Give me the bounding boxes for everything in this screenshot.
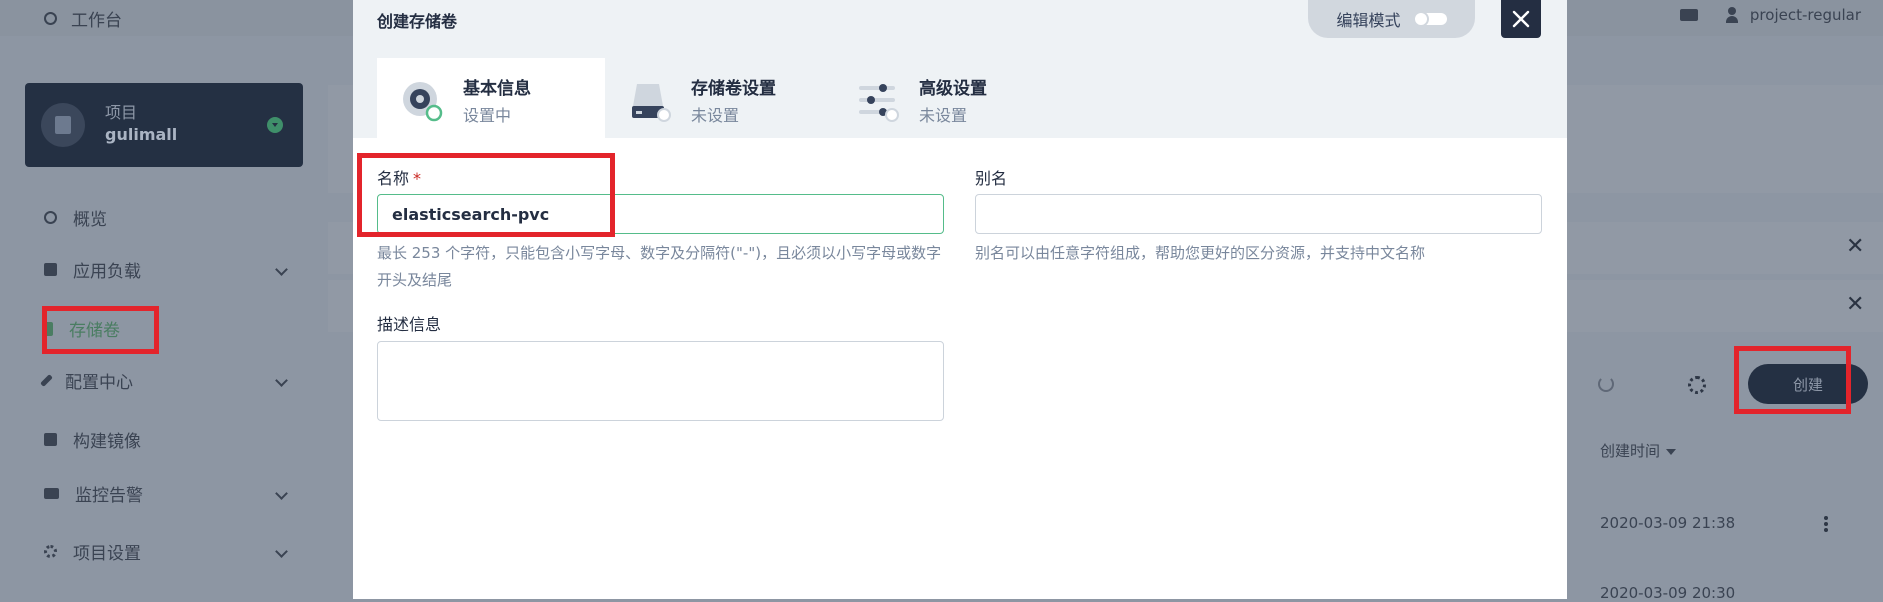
user-name: project-regular <box>1749 6 1861 24</box>
close-icon[interactable]: ✕ <box>1846 234 1864 259</box>
caret-down-icon <box>1666 448 1677 455</box>
sidebar-item-label: 配置中心 <box>65 373 133 393</box>
sidebar-item-project-settings[interactable]: 项目设置 <box>44 539 292 564</box>
sidebar-item-label: 概览 <box>73 210 107 230</box>
sidebar-item-build-image[interactable]: 构建镜像 <box>44 427 292 452</box>
alias-hint: 别名可以由任意字符组成，帮助您更好的区分资源，并支持中文名称 <box>975 244 1426 262</box>
sidebar-item-label: 存储卷 <box>69 321 120 341</box>
column-header-label: 创建时间 <box>1600 442 1661 460</box>
chevron-down-icon[interactable] <box>267 117 283 133</box>
project-card-label: 项目 <box>105 103 138 122</box>
tab-volume-settings[interactable]: 存储卷设置 未设置 <box>605 58 833 138</box>
chevron-down-icon <box>275 374 288 387</box>
tab-status: 未设置 <box>919 106 968 125</box>
project-avatar <box>41 103 85 147</box>
workbench-icon <box>44 12 57 25</box>
basic-info-icon <box>403 82 443 122</box>
tab-status: 设置中 <box>463 106 512 125</box>
description-textarea[interactable] <box>377 341 944 421</box>
sidebar-item-workloads[interactable]: 应用负载 <box>44 257 292 282</box>
name-hint: 最长 253 个字符，只能包含小写字母、数字及分隔符("-")，且必须以小写字母… <box>377 244 942 289</box>
storage-icon <box>44 321 53 336</box>
layers-icon <box>44 263 57 276</box>
sidebar-item-label: 应用负载 <box>73 262 141 282</box>
gear-icon <box>44 545 57 558</box>
gear-icon[interactable] <box>1688 376 1706 394</box>
tab-basic-info[interactable]: 基本信息 设置中 <box>377 58 605 138</box>
user-icon <box>1725 7 1738 23</box>
edit-mode-toggle[interactable]: 编辑模式 <box>1308 0 1475 38</box>
sidebar-item-monitoring[interactable]: 监控告警 <box>44 481 292 506</box>
refresh-icon[interactable] <box>1598 376 1614 392</box>
docs-icon[interactable] <box>1679 9 1698 21</box>
project-name: gulimall <box>105 125 178 144</box>
name-field-label: 名称 * <box>377 165 421 189</box>
disk-icon <box>632 84 671 122</box>
close-icon <box>1512 10 1530 28</box>
workbench-label: 工作台 <box>71 11 122 31</box>
create-button[interactable]: 创建 <box>1748 364 1868 404</box>
tab-label: 基本信息 <box>463 79 531 99</box>
tab-advanced-settings[interactable]: 高级设置 未设置 <box>833 58 1061 138</box>
more-actions-icon[interactable] <box>1824 516 1828 532</box>
chevron-down-icon <box>275 263 288 276</box>
name-input[interactable] <box>377 194 944 234</box>
sliders-icon <box>859 84 899 122</box>
chevron-down-icon <box>275 487 288 500</box>
image-icon <box>44 433 57 446</box>
name-label-text: 名称 <box>377 169 410 188</box>
table-cell-created-time: 2020-03-09 21:38 <box>1600 514 1736 532</box>
sidebar-item-config-center[interactable]: 配置中心 <box>40 368 292 393</box>
tab-label: 存储卷设置 <box>691 79 776 99</box>
edit-mode-label: 编辑模式 <box>1336 11 1401 30</box>
dashboard-icon <box>44 211 57 224</box>
chevron-down-icon <box>275 545 288 558</box>
create-volume-modal: 创建存储卷 编辑模式 基本信息 设置中 存储卷设置 未设置 高级设置 未设置 名… <box>353 0 1567 599</box>
close-button[interactable] <box>1501 0 1541 38</box>
description-field-label: 描述信息 <box>377 315 442 334</box>
sidebar-item-label: 监控告警 <box>75 486 143 506</box>
step-tabs: 基本信息 设置中 存储卷设置 未设置 高级设置 未设置 <box>353 38 1567 138</box>
alias-input[interactable] <box>975 194 1542 234</box>
tab-label: 高级设置 <box>919 79 987 99</box>
tab-status: 未设置 <box>691 106 740 125</box>
monitor-icon <box>44 488 59 499</box>
sidebar-item-label: 构建镜像 <box>73 432 141 452</box>
sidebar-item-volumes[interactable]: 存储卷 <box>44 316 292 341</box>
sidebar-item-overview[interactable]: 概览 <box>44 205 292 230</box>
sidebar-item-label: 项目设置 <box>73 544 141 564</box>
user-menu[interactable]: project-regular <box>1725 6 1861 24</box>
project-selector[interactable]: 项目 gulimall <box>25 83 303 167</box>
column-header-created-time[interactable]: 创建时间 <box>1600 440 1677 461</box>
table-cell-created-time: 2020-03-09 20:30 <box>1600 584 1736 602</box>
workbench-link[interactable]: 工作台 <box>44 6 122 31</box>
close-icon[interactable]: ✕ <box>1846 292 1864 317</box>
toggle-switch-icon <box>1412 11 1447 27</box>
required-mark: * <box>413 169 422 188</box>
modal-title: 创建存储卷 <box>377 12 458 31</box>
modal-header: 创建存储卷 编辑模式 <box>353 0 1567 38</box>
alias-field-label: 别名 <box>975 169 1008 188</box>
